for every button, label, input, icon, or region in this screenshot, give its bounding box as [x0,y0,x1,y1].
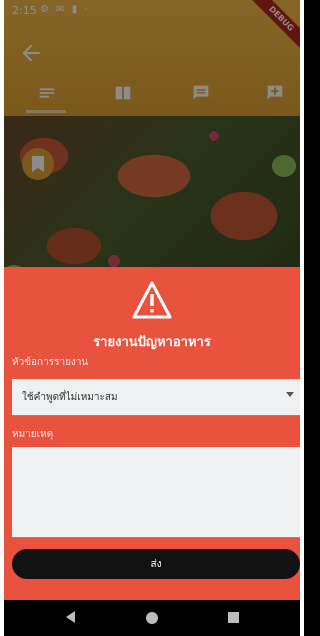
dropdown-caret-icon [286,392,294,397]
sheet-title: รายงานปัญหาอาหาร [93,335,211,350]
warning-icon [132,281,172,319]
system-nav-bar [4,600,300,636]
send-button[interactable]: ส่ง [12,549,300,579]
phone-screen: 2:15 ⚙ ✉ ▮ ⋅ DEBUG รายงานปัญหาอาหาร หัวข… [4,0,300,636]
notes-input[interactable] [12,447,300,538]
screenshot-frame: 2:15 ⚙ ✉ ▮ ⋅ DEBUG รายงานปัญหาอาหาร หัวข… [0,0,304,636]
nav-recents-icon[interactable] [228,612,239,623]
report-sheet: รายงานปัญหาอาหาร หัวข้อการรายงาน ใช้คำพู… [4,267,300,600]
nav-back-icon[interactable] [66,611,75,623]
topic-label: หัวข้อการรายงาน [12,357,89,368]
topic-select[interactable]: ใช้คำพูดที่ไม่เหมาะสม [12,379,300,416]
topic-select-value: ใช้คำพูดที่ไม่เหมาะสม [22,392,118,403]
nav-home-icon[interactable] [146,612,158,624]
notes-label: หมายเหตุ [12,429,54,440]
